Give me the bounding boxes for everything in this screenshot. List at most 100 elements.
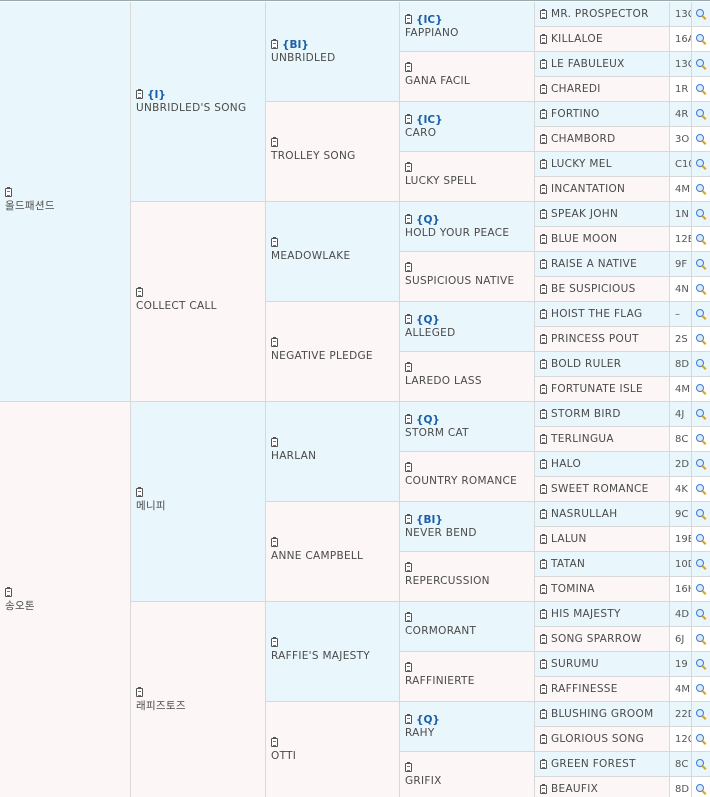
search-button[interactable] bbox=[692, 177, 710, 202]
gen4-horse-cell[interactable]: {Q} ALLEGED bbox=[400, 302, 535, 352]
clipboard-icon[interactable] bbox=[540, 258, 547, 269]
search-button[interactable] bbox=[692, 277, 710, 302]
clipboard-icon[interactable] bbox=[540, 558, 547, 569]
search-button[interactable] bbox=[692, 627, 710, 652]
search-button[interactable] bbox=[692, 127, 710, 152]
horse-name[interactable]: BOLD RULER bbox=[551, 357, 621, 371]
horse-name[interactable]: CORMORANT bbox=[405, 624, 532, 638]
gen5-horse-cell[interactable]: HALO bbox=[535, 452, 670, 477]
clipboard-icon[interactable] bbox=[540, 83, 547, 94]
horse-name[interactable]: KILLALOE bbox=[551, 32, 603, 46]
horse-name[interactable]: FORTINO bbox=[551, 107, 600, 121]
clipboard-icon[interactable] bbox=[540, 758, 547, 769]
gen3-horse-cell[interactable]: HARLAN bbox=[266, 402, 400, 502]
horse-name[interactable]: BEAUFIX bbox=[551, 782, 598, 796]
magnifier-icon[interactable] bbox=[696, 584, 706, 594]
magnifier-icon[interactable] bbox=[696, 184, 706, 194]
magnifier-icon[interactable] bbox=[696, 609, 706, 619]
clipboard-icon[interactable] bbox=[405, 114, 412, 124]
gen2-horse-cell[interactable]: {I} UNBRIDLED'S SONG bbox=[131, 2, 266, 202]
clipboard-icon[interactable] bbox=[540, 358, 547, 369]
clipboard-icon[interactable] bbox=[540, 683, 547, 694]
clipboard-icon[interactable] bbox=[271, 737, 278, 747]
search-button[interactable] bbox=[692, 302, 710, 327]
clipboard-icon[interactable] bbox=[5, 187, 12, 197]
magnifier-icon[interactable] bbox=[696, 34, 706, 44]
magnifier-icon[interactable] bbox=[696, 559, 706, 569]
gen5-horse-cell[interactable]: HIS MAJESTY bbox=[535, 602, 670, 627]
gen5-horse-cell[interactable]: SWEET ROMANCE bbox=[535, 477, 670, 502]
gen4-horse-cell[interactable]: {Q} RAHY bbox=[400, 702, 535, 752]
horse-name[interactable]: LALUN bbox=[551, 532, 587, 546]
magnifier-icon[interactable] bbox=[696, 784, 706, 794]
gen5-horse-cell[interactable]: GREEN FOREST bbox=[535, 752, 670, 777]
gen3-horse-cell[interactable]: ANNE CAMPBELL bbox=[266, 502, 400, 602]
gen3-horse-cell[interactable]: MEADOWLAKE bbox=[266, 202, 400, 302]
magnifier-icon[interactable] bbox=[696, 484, 706, 494]
clipboard-icon[interactable] bbox=[540, 133, 547, 144]
horse-name[interactable]: SURUMU bbox=[551, 657, 599, 671]
clipboard-icon[interactable] bbox=[540, 433, 547, 444]
gen4-horse-cell[interactable]: LAREDO LASS bbox=[400, 352, 535, 402]
clipboard-icon[interactable] bbox=[540, 508, 547, 519]
horse-name[interactable]: LAREDO LASS bbox=[405, 374, 532, 388]
gen5-horse-cell[interactable]: TOMINA bbox=[535, 577, 670, 602]
magnifier-icon[interactable] bbox=[696, 709, 706, 719]
horse-name[interactable]: BE SUSPICIOUS bbox=[551, 282, 636, 296]
gen5-horse-cell[interactable]: FORTINO bbox=[535, 102, 670, 127]
horse-name[interactable]: RAFFIE'S MAJESTY bbox=[271, 649, 397, 663]
clipboard-icon[interactable] bbox=[540, 183, 547, 194]
gen5-horse-cell[interactable]: TERLINGUA bbox=[535, 427, 670, 452]
gen5-horse-cell[interactable]: FORTUNATE ISLE bbox=[535, 377, 670, 402]
horse-name[interactable]: LE FABULEUX bbox=[551, 57, 625, 71]
horse-name[interactable]: INCANTATION bbox=[551, 182, 625, 196]
search-button[interactable] bbox=[692, 427, 710, 452]
magnifier-icon[interactable] bbox=[696, 384, 706, 394]
clipboard-icon[interactable] bbox=[540, 533, 547, 544]
gen5-horse-cell[interactable]: CHAMBORD bbox=[535, 127, 670, 152]
gen2-horse-cell[interactable]: 래피즈토즈 bbox=[131, 602, 266, 797]
gen5-horse-cell[interactable]: CHAREDI bbox=[535, 77, 670, 102]
search-button[interactable] bbox=[692, 227, 710, 252]
magnifier-icon[interactable] bbox=[696, 284, 706, 294]
gen4-horse-cell[interactable]: SUSPICIOUS NATIVE bbox=[400, 252, 535, 302]
horse-name[interactable]: FAPPIANO bbox=[405, 26, 532, 40]
gen5-horse-cell[interactable]: KILLALOE bbox=[535, 27, 670, 52]
clipboard-icon[interactable] bbox=[405, 562, 412, 572]
gen5-horse-cell[interactable]: BLUSHING GROOM bbox=[535, 702, 670, 727]
clipboard-icon[interactable] bbox=[405, 214, 412, 224]
search-button[interactable] bbox=[692, 2, 710, 27]
gen5-horse-cell[interactable]: INCANTATION bbox=[535, 177, 670, 202]
clipboard-icon[interactable] bbox=[405, 762, 412, 772]
gen3-horse-cell[interactable]: NEGATIVE PLEDGE bbox=[266, 302, 400, 402]
clipboard-icon[interactable] bbox=[540, 58, 547, 69]
horse-name[interactable]: ANNE CAMPBELL bbox=[271, 549, 397, 563]
magnifier-icon[interactable] bbox=[696, 434, 706, 444]
horse-name[interactable]: TERLINGUA bbox=[551, 432, 614, 446]
horse-name[interactable]: RAFFINESSE bbox=[551, 682, 618, 696]
search-button[interactable] bbox=[692, 77, 710, 102]
gen4-horse-cell[interactable]: GRIFIX bbox=[400, 752, 535, 797]
horse-name[interactable]: REPERCUSSION bbox=[405, 574, 532, 588]
clipboard-icon[interactable] bbox=[405, 462, 412, 472]
gen5-horse-cell[interactable]: RAFFINESSE bbox=[535, 677, 670, 702]
gen5-horse-cell[interactable]: BE SUSPICIOUS bbox=[535, 277, 670, 302]
clipboard-icon[interactable] bbox=[540, 633, 547, 644]
horse-name[interactable]: SONG SPARROW bbox=[551, 632, 642, 646]
clipboard-icon[interactable] bbox=[540, 383, 547, 394]
search-button[interactable] bbox=[692, 477, 710, 502]
gen2-horse-cell[interactable]: 메니피 bbox=[131, 402, 266, 602]
search-button[interactable] bbox=[692, 752, 710, 777]
search-button[interactable] bbox=[692, 552, 710, 577]
horse-name[interactable]: NASRULLAH bbox=[551, 507, 617, 521]
magnifier-icon[interactable] bbox=[696, 409, 706, 419]
clipboard-icon[interactable] bbox=[540, 408, 547, 419]
clipboard-icon[interactable] bbox=[540, 208, 547, 219]
gen5-horse-cell[interactable]: BLUE MOON bbox=[535, 227, 670, 252]
horse-name[interactable]: LUCKY SPELL bbox=[405, 174, 532, 188]
gen5-horse-cell[interactable]: SURUMU bbox=[535, 652, 670, 677]
gen5-horse-cell[interactable]: LUCKY MEL bbox=[535, 152, 670, 177]
search-button[interactable] bbox=[692, 202, 710, 227]
horse-name[interactable]: HIS MAJESTY bbox=[551, 607, 621, 621]
gen4-horse-cell[interactable]: {Q} STORM CAT bbox=[400, 402, 535, 452]
